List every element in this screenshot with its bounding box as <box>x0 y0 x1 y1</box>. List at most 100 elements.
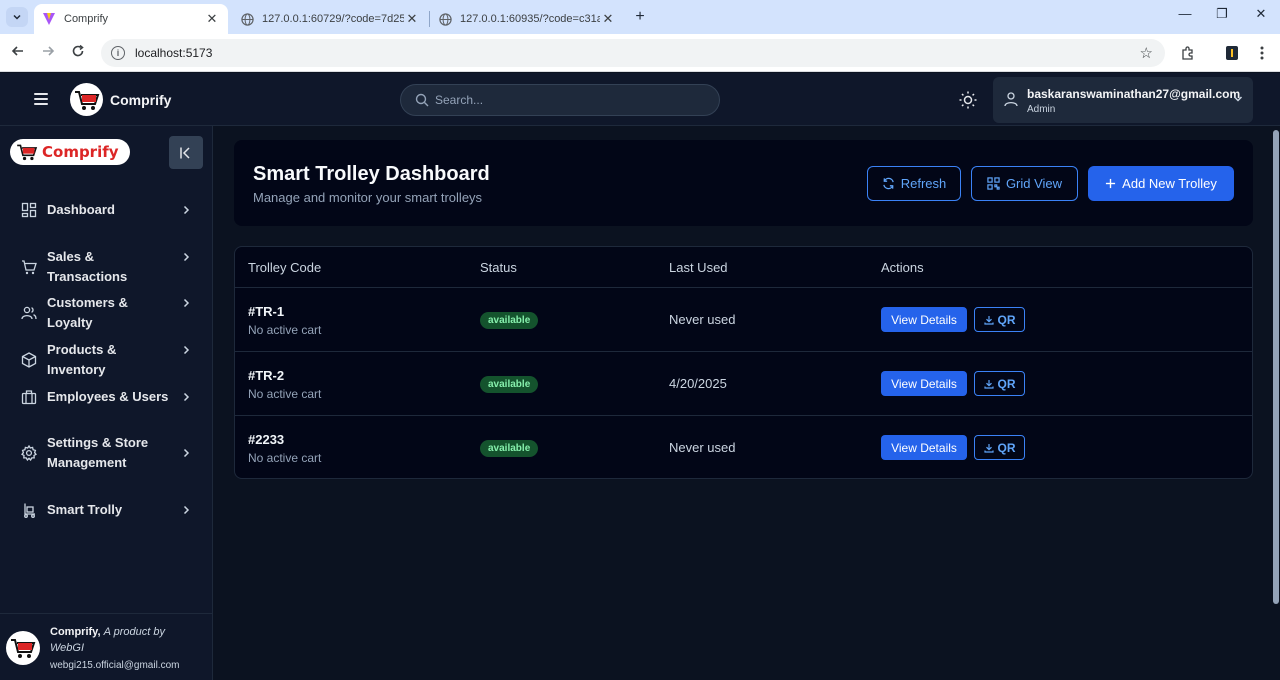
chevron-right-icon <box>183 392 190 402</box>
trolley-code: #TR-2 <box>248 368 285 383</box>
add-new-trolley-button[interactable]: Add New Trolley <box>1088 166 1234 201</box>
sidebar-item-employees[interactable]: Employees & Users <box>0 387 213 407</box>
close-tab-icon[interactable]: ✕ <box>404 11 420 27</box>
site-info-icon[interactable]: i <box>111 46 125 60</box>
vite-favicon-icon <box>42 12 56 26</box>
tab-title: 127.0.0.1:60729/?code=7d2514 <box>262 13 404 25</box>
last-used: Never used <box>669 312 736 327</box>
search-icon <box>415 93 429 107</box>
user-email: baskaranswaminathan27@gmail.com <box>1027 87 1241 101</box>
close-window-button[interactable]: ✕ <box>1246 6 1276 22</box>
table-row: #2233 No active cart available Never use… <box>235 416 1252 478</box>
browser-tab-comprify[interactable]: Comprify ✕ <box>34 4 228 34</box>
globe-icon <box>438 12 452 26</box>
chevron-right-icon <box>183 345 190 355</box>
page-title: Smart Trolley Dashboard <box>253 163 490 185</box>
qr-download-button[interactable]: QR <box>974 307 1025 332</box>
sidebar-logo[interactable]: Comprify <box>10 139 130 165</box>
qr-grid-icon <box>987 177 1000 190</box>
sidebar-item-customers[interactable]: Customers & Loyalty <box>0 293 213 333</box>
sidebar-item-settings[interactable]: Settings & Store Management <box>0 433 213 473</box>
close-tab-icon[interactable]: ✕ <box>204 11 220 27</box>
main-content: Smart Trolley Dashboard Manage and monit… <box>214 126 1272 680</box>
sidebar-item-products[interactable]: Products & Inventory <box>0 340 213 380</box>
sidebar-item-label: Dashboard <box>47 202 115 217</box>
column-header-actions: Actions <box>881 260 924 275</box>
menu-toggle-icon[interactable] <box>34 93 48 105</box>
browser-menu-icon[interactable] <box>1252 43 1272 63</box>
browser-tab-3[interactable]: 127.0.0.1:60935/?code=c31a3b ✕ <box>430 4 624 34</box>
browser-tab-strip: Comprify ✕ 127.0.0.1:60729/?code=7d2514 … <box>0 0 1280 34</box>
brand-logo[interactable] <box>70 83 103 116</box>
maximize-button[interactable]: ❐ <box>1207 6 1237 22</box>
extensions-icon[interactable] <box>1178 43 1198 63</box>
arrow-right-icon <box>43 46 55 56</box>
status-badge: available <box>480 312 539 329</box>
collapse-sidebar-button[interactable] <box>169 136 203 169</box>
address-bar[interactable]: i localhost:5173 ☆ <box>101 39 1165 67</box>
search-input[interactable]: Search... <box>400 84 720 116</box>
qr-label: QR <box>997 312 1016 327</box>
sidebar-item-label: Customers & Loyalty <box>47 295 128 330</box>
column-header-status: Status <box>480 260 517 275</box>
column-header-last-used: Last Used <box>669 260 728 275</box>
bookmark-star-icon[interactable]: ☆ <box>1140 44 1153 62</box>
status-badge: available <box>480 376 539 393</box>
collapse-left-icon <box>180 146 190 159</box>
footer-email: webgi215.official@gmail.com <box>50 660 180 671</box>
trolley-logo-icon <box>74 90 99 110</box>
user-menu[interactable]: baskaranswaminathan27@gmail.com Admin <box>993 77 1253 123</box>
trolley-code: #2233 <box>248 432 285 447</box>
trolley-icon <box>20 502 37 519</box>
dashboard-icon <box>20 202 37 219</box>
sidebar-logo-text: Comprify <box>42 143 119 161</box>
sidebar-item-label: Sales & Transactions <box>47 249 128 284</box>
refresh-button[interactable]: Refresh <box>867 166 961 201</box>
trolley-code: #TR-1 <box>248 304 285 319</box>
user-role: Admin <box>1027 104 1056 115</box>
tab-search-button[interactable] <box>6 7 28 27</box>
close-tab-icon[interactable]: ✕ <box>600 11 616 27</box>
theme-toggle-sun-icon[interactable] <box>958 90 978 110</box>
qr-download-button[interactable]: QR <box>974 371 1025 396</box>
cart-icon <box>20 259 37 276</box>
footer-brand: Comprify, <box>50 626 101 638</box>
user-icon <box>1004 92 1018 107</box>
sidebar-item-dashboard[interactable]: Dashboard <box>0 200 213 220</box>
reload-button[interactable] <box>68 43 88 63</box>
tab-title: 127.0.0.1:60935/?code=c31a3b <box>460 13 600 25</box>
grid-view-button[interactable]: Grid View <box>971 166 1078 201</box>
forward-button[interactable] <box>38 43 58 63</box>
plus-icon <box>1106 178 1116 189</box>
qr-label: QR <box>997 376 1016 391</box>
back-button[interactable] <box>8 43 28 63</box>
chevron-down-icon <box>13 14 21 20</box>
chevron-right-icon <box>183 505 190 515</box>
footer-credit: Comprify, A product by WebGI <box>50 624 200 656</box>
extension-pin-icon[interactable] <box>1222 43 1242 63</box>
download-icon <box>983 443 994 453</box>
cart-status: No active cart <box>248 451 322 465</box>
cart-status: No active cart <box>248 387 322 401</box>
sidebar-item-label: Products & Inventory <box>47 342 117 377</box>
new-tab-button[interactable]: + <box>630 7 650 27</box>
page-subtitle: Manage and monitor your smart trolleys <box>253 190 483 205</box>
sidebar-item-smart-trolly[interactable]: Smart Trolly <box>0 500 213 520</box>
trolley-logo-icon <box>17 144 38 161</box>
sidebar-item-sales[interactable]: Sales & Transactions <box>0 247 213 287</box>
trolley-logo-icon <box>11 639 36 658</box>
package-icon <box>20 352 37 369</box>
app-header: Comprify Search... baskaranswaminathan27… <box>0 73 1280 126</box>
view-details-button[interactable]: View Details <box>881 307 967 332</box>
view-details-button[interactable]: View Details <box>881 435 967 460</box>
page-scrollbar-thumb[interactable] <box>1273 130 1279 604</box>
qr-download-button[interactable]: QR <box>974 435 1025 460</box>
globe-icon <box>240 12 254 26</box>
sidebar-footer: Comprify, A product by WebGI webgi215.of… <box>0 613 213 680</box>
view-details-button[interactable]: View Details <box>881 371 967 396</box>
sidebar-item-label: Smart Trolly <box>47 502 123 517</box>
briefcase-icon <box>20 389 37 406</box>
minimize-button[interactable]: — <box>1170 6 1200 21</box>
sidebar-item-label: Employees & Users <box>47 389 169 404</box>
browser-tab-2[interactable]: 127.0.0.1:60729/?code=7d2514 ✕ <box>232 4 428 34</box>
